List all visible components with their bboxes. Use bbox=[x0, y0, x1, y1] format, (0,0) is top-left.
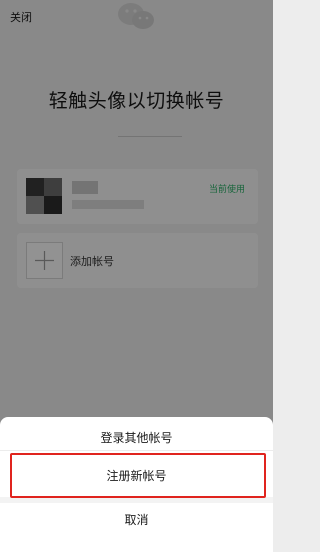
sheet-divider bbox=[0, 450, 273, 451]
cancel-button[interactable]: 取消 bbox=[0, 511, 273, 528]
highlight-annotation-box bbox=[10, 453, 266, 498]
login-other-account-button[interactable]: 登录其他帐号 bbox=[0, 429, 273, 446]
